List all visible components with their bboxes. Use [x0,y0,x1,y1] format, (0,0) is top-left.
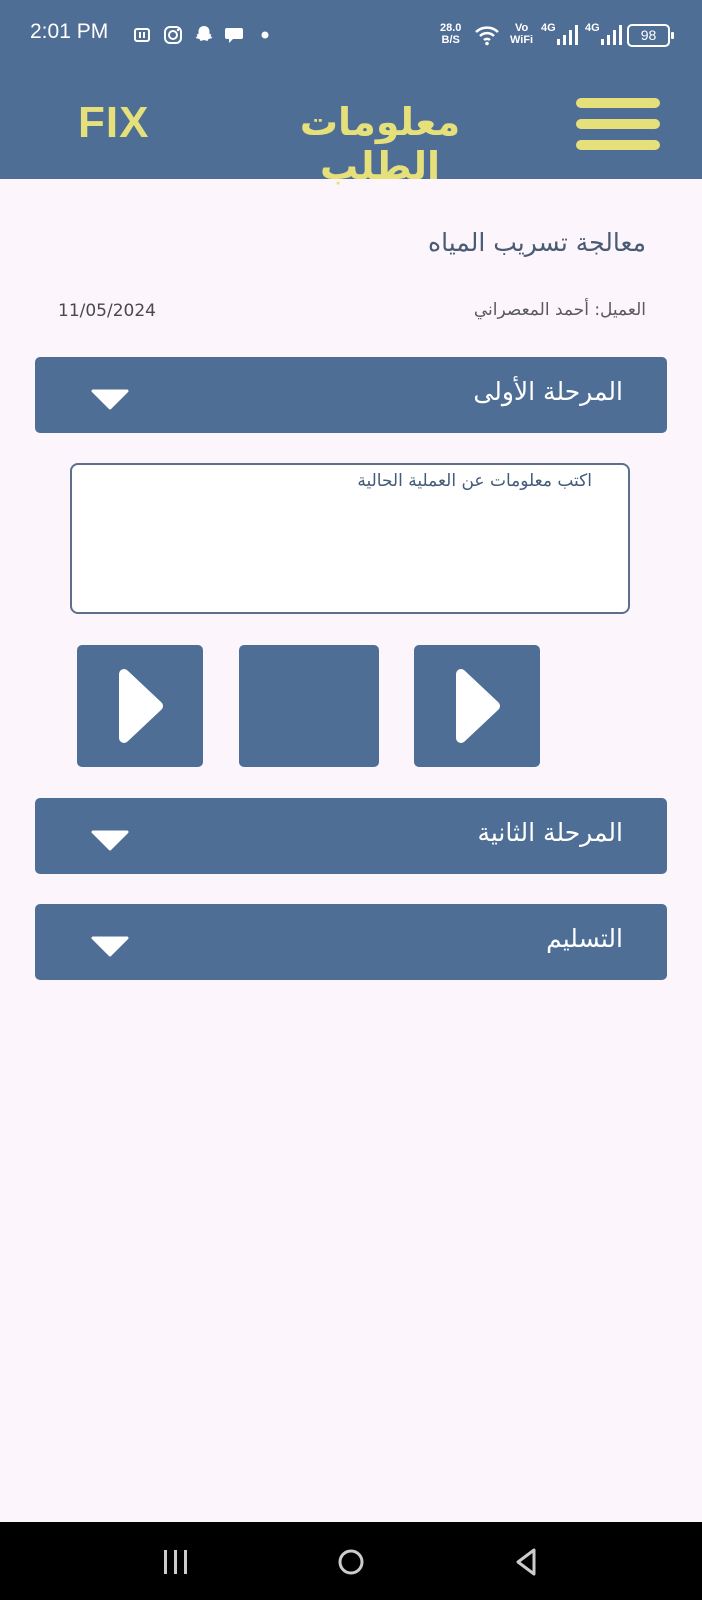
signal-icon-2 [601,25,622,45]
chevron-down-icon [91,936,129,957]
stage-2-accordion[interactable]: المرحلة الثانية [35,798,667,874]
instagram-icon [164,26,182,44]
network-type-1: 4G [541,22,556,34]
page-title: معلومات الطلب [299,100,461,188]
system-nav-bar [0,1522,702,1600]
status-time: 2:01 PM [30,20,109,43]
vowifi-bottom: WiFi [510,34,534,46]
vowifi-indicator: Vo WiFi [510,22,533,46]
network-speed: 28.0 B/S [440,22,461,46]
video-tile[interactable] [414,645,540,767]
chevron-down-icon [91,389,129,410]
menu-line [576,140,660,150]
stage-1-label: المرحلة الأولى [473,377,623,406]
play-icon [119,669,163,743]
status-bar: 2:01 PM 28.0 B/S Vo WiFi 4G 4G 98 [0,0,702,70]
wifi-icon [475,26,499,46]
notes-textarea[interactable] [70,463,630,614]
snapchat-icon [195,26,213,41]
image-tile[interactable] [239,645,379,767]
order-date: 11/05/2024 [58,301,156,321]
speed-value: 28.0 [440,22,462,34]
vowifi-top: Vo [514,22,529,34]
speed-unit: B/S [441,34,460,46]
app-bar: 2:01 PM 28.0 B/S Vo WiFi 4G 4G 98 FIX مع… [0,0,702,188]
menu-line [576,98,660,108]
stage-1-accordion[interactable]: المرحلة الأولى [35,357,667,433]
recent-apps-icon[interactable] [156,1542,196,1582]
chat-bubble-icon [225,28,243,43]
service-title: معالجة تسريب المياه [428,228,646,257]
network-type-2: 4G [585,22,600,34]
stage-2-label: المرحلة الثانية [477,818,623,847]
brand-logo: FIX [78,98,150,147]
video-tile[interactable] [77,645,203,767]
more-notifications-dot-icon [261,31,269,39]
chevron-down-icon [91,830,129,851]
play-icon [456,669,500,743]
home-icon[interactable] [331,1542,371,1582]
battery-indicator: 98 [627,24,674,47]
notification-app-icon [134,28,150,42]
menu-line [576,119,660,129]
signal-icon-1 [557,25,578,45]
hamburger-menu-icon[interactable] [576,98,660,150]
delivery-label: التسليم [546,924,623,953]
back-icon[interactable] [506,1542,546,1582]
delivery-accordion[interactable]: التسليم [35,904,667,980]
client-name: العميل: أحمد المعصراني [473,300,646,320]
